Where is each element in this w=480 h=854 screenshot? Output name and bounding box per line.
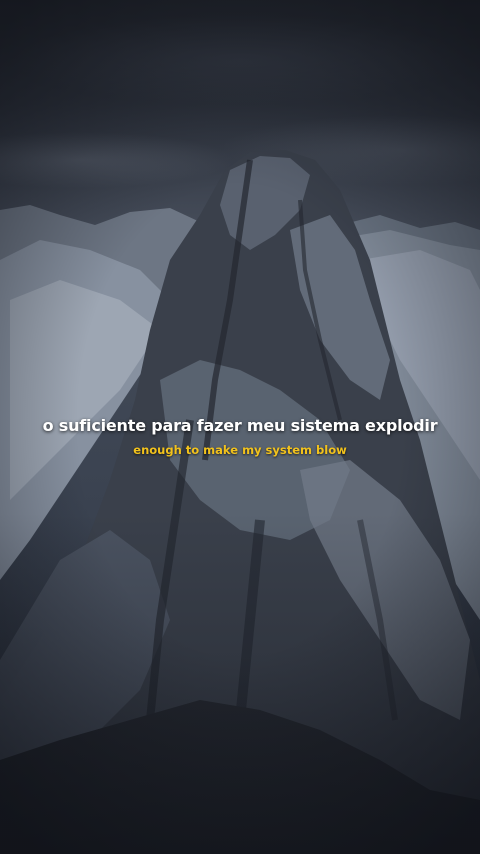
subtitle-main: o suficiente para fazer meu sistema expl… — [42, 416, 438, 435]
video-frame: o suficiente para fazer meu sistema expl… — [0, 0, 480, 854]
subtitle-translation: enough to make my system blow — [133, 443, 347, 457]
